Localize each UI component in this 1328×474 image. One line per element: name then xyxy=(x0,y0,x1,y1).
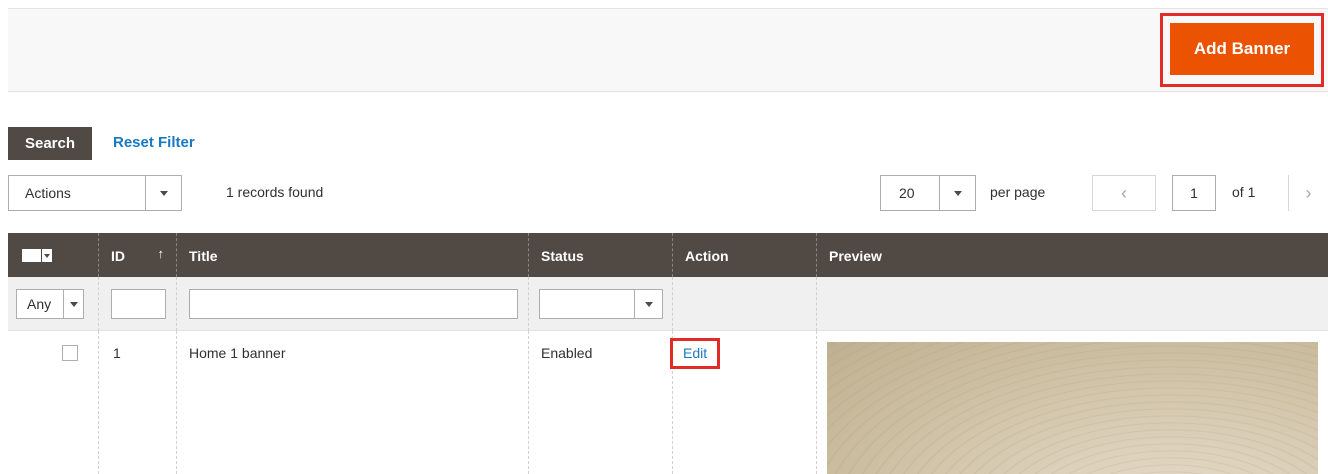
next-page-button[interactable]: › xyxy=(1288,175,1328,211)
column-header-id[interactable]: ID ↑ xyxy=(98,233,176,277)
chevron-down-icon xyxy=(41,249,52,262)
filter-cell-action xyxy=(672,277,816,331)
grid-header-row: ID ↑ Title Status Action Preview xyxy=(8,233,1328,277)
row-status: Enabled xyxy=(528,331,672,474)
id-filter-input[interactable] xyxy=(111,289,166,319)
chevron-down-icon xyxy=(634,290,662,318)
reset-filter-link[interactable]: Reset Filter xyxy=(113,134,195,151)
chevron-right-icon: › xyxy=(1305,182,1312,203)
select-filter-value: Any xyxy=(27,296,52,312)
filter-cell-status xyxy=(528,277,672,331)
row-select-cell xyxy=(8,331,98,474)
per-page-dropdown[interactable]: 20 xyxy=(880,175,976,211)
mass-actions-dropdown[interactable]: Actions xyxy=(8,175,182,211)
chevron-down-icon xyxy=(63,290,83,318)
per-page-value: 20 xyxy=(899,185,915,201)
row-title: Home 1 banner xyxy=(176,331,528,474)
mass-select-checkbox[interactable] xyxy=(22,249,52,262)
grid-filter-row: Any xyxy=(8,277,1328,331)
status-filter-dropdown[interactable] xyxy=(539,289,663,319)
column-header-title[interactable]: Title xyxy=(176,233,528,277)
chevron-down-icon xyxy=(145,176,181,210)
page-actions-bar xyxy=(8,8,1328,92)
title-filter-input[interactable] xyxy=(189,289,518,319)
mass-actions-label: Actions xyxy=(25,185,71,201)
banner-preview-image xyxy=(827,342,1318,474)
edit-link[interactable]: Edit xyxy=(683,345,707,361)
sort-ascending-icon: ↑ xyxy=(157,246,165,261)
chevron-left-icon: ‹ xyxy=(1121,182,1127,203)
column-header-preview: Preview xyxy=(816,233,1328,277)
column-header-status[interactable]: Status xyxy=(528,233,672,277)
search-button[interactable]: Search xyxy=(8,127,92,160)
records-found-count: 1 records found xyxy=(226,184,324,200)
filter-cell-title xyxy=(176,277,528,331)
column-header-action: Action xyxy=(672,233,816,277)
chevron-down-icon xyxy=(939,176,975,210)
current-page-input[interactable] xyxy=(1172,175,1216,211)
total-pages-label: of 1 xyxy=(1232,184,1256,200)
per-page-label: per page xyxy=(990,184,1046,200)
select-filter-dropdown[interactable]: Any xyxy=(16,289,84,319)
add-banner-button[interactable]: Add Banner xyxy=(1170,23,1314,75)
column-header-select xyxy=(8,233,98,277)
filter-cell-id xyxy=(98,277,176,331)
filter-cell-select: Any xyxy=(8,277,98,331)
row-checkbox[interactable] xyxy=(62,345,78,361)
previous-page-button[interactable]: ‹ xyxy=(1092,175,1156,211)
filter-cell-preview xyxy=(816,277,1328,331)
row-id: 1 xyxy=(98,331,176,474)
